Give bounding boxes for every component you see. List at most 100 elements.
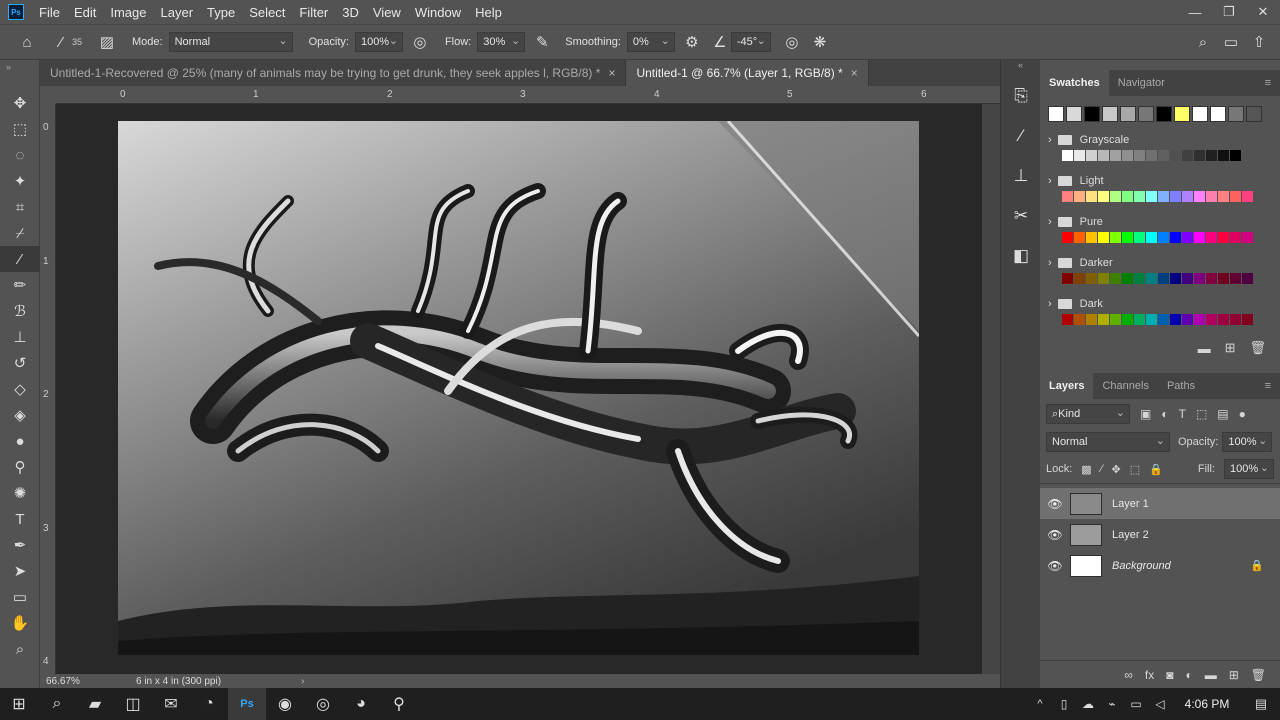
brush-tool-icon[interactable]: ⁄ [0,246,40,272]
pencil-tool-icon[interactable]: ✏ [0,272,40,298]
link-layers-icon[interactable]: ∞ [1124,668,1133,682]
menu-edit[interactable]: Edit [67,5,103,20]
gear-icon[interactable]: ⚙ [681,31,703,53]
document-canvas[interactable] [118,121,919,655]
dodge-tool-icon[interactable]: ⚲ [0,454,40,480]
swatch-group-light[interactable]: › Light [1040,171,1280,191]
eraser-tool-icon[interactable]: ◇ [0,376,40,402]
trash-icon[interactable]: 🗑 [1251,668,1266,682]
type-filter-icon[interactable]: T [1179,407,1186,421]
chevron-down-icon[interactable]: › [1048,216,1052,228]
tools-preset-panel-icon[interactable]: ✂ [1001,196,1041,236]
swatch[interactable] [1158,273,1169,284]
swatch[interactable] [1182,232,1193,243]
swatch[interactable] [1062,191,1073,202]
swatch[interactable] [1146,232,1157,243]
swatch[interactable] [1230,273,1241,284]
adjustment-filter-icon[interactable]: ◐ [1161,407,1168,421]
swatch[interactable] [1134,191,1145,202]
opacity-input[interactable]: 100% [354,32,403,52]
magic-wand-tool-icon[interactable]: ✦ [0,168,40,194]
notifications-icon[interactable]: ▤ [1242,688,1280,720]
brush-settings-panel-icon[interactable]: ⁄ [1001,116,1041,156]
swatch[interactable] [1062,273,1073,284]
menu-3d[interactable]: 3D [335,5,366,20]
swatch[interactable] [1074,314,1085,325]
layer-name[interactable]: Background [1112,560,1171,572]
lock-all-icon[interactable]: 🔒 [1149,463,1163,476]
lock-artboard-icon[interactable]: ⬚ [1130,463,1140,476]
airbrush-icon[interactable]: ✎ [531,31,553,53]
symmetry-icon[interactable]: ❋ [809,31,831,53]
tab-layers[interactable]: Layers [1040,373,1094,399]
visibility-eye-icon[interactable]: 👁 [1040,528,1070,542]
home-icon[interactable]: ⌂ [16,31,38,53]
layer-row-layer-1[interactable]: 👁 Layer 1 [1040,488,1280,519]
mail-icon[interactable]: ✉ [152,688,190,720]
swatch[interactable] [1086,314,1097,325]
tab-untitled-1[interactable]: Untitled-1 @ 66.7% (Layer 1, RGB/8) * × [626,60,869,86]
store-icon[interactable]: ◫ [114,688,152,720]
chevron-down-icon[interactable]: › [1048,298,1052,310]
swatch[interactable] [1158,150,1169,161]
history-brush-tool-icon[interactable]: ↺ [0,350,40,376]
close-icon[interactable]: × [608,66,615,80]
swatch[interactable] [1110,314,1121,325]
swatch[interactable] [1122,191,1133,202]
mixer-brush-tool-icon[interactable]: ℬ [0,298,40,324]
discord-icon[interactable]: ◉ [266,688,304,720]
edge-icon[interactable]: ◔ [190,688,228,720]
swatch[interactable] [1062,232,1073,243]
layer-mask-icon[interactable]: ◙ [1166,668,1173,682]
chevron-down-icon[interactable]: › [1048,175,1052,187]
lock-transparent-icon[interactable]: ▩ [1081,463,1091,476]
swatch[interactable] [1110,150,1121,161]
swatch[interactable] [1146,150,1157,161]
pressure-opacity-icon[interactable]: ◎ [409,31,431,53]
smart-object-filter-icon[interactable]: ▤ [1217,407,1228,421]
angle-input[interactable]: -45° [730,32,771,52]
network-icon[interactable]: ▭ [1124,688,1148,720]
swatch[interactable] [1182,150,1193,161]
swatch[interactable] [1122,314,1133,325]
flow-input[interactable]: 30% [477,32,526,52]
swatch[interactable] [1170,273,1181,284]
swatch[interactable] [1170,232,1181,243]
visibility-eye-icon[interactable]: 👁 [1040,497,1070,511]
search-icon[interactable]: ⌕ [38,688,76,720]
close-icon[interactable]: ✕ [1246,0,1280,24]
swatch[interactable] [1110,232,1121,243]
workspace-icon[interactable]: ▭ [1220,31,1242,53]
swatch[interactable] [1110,191,1121,202]
brush-settings-icon[interactable]: ▨ [96,31,118,53]
rectangle-tool-icon[interactable]: ▭ [0,584,40,610]
layer-row-background[interactable]: 👁 Background 🔒 [1040,550,1280,581]
mode-select[interactable]: Normal [168,32,293,52]
swatch[interactable] [1086,232,1097,243]
swatch[interactable] [1218,232,1229,243]
app-icon[interactable]: ⚲ [380,688,418,720]
swatch[interactable] [1194,150,1205,161]
swatch[interactable] [1086,191,1097,202]
fill-input[interactable]: 100% [1224,459,1274,479]
filter-toggle-icon[interactable]: ● [1239,407,1246,421]
swatch[interactable] [1122,232,1133,243]
swatch[interactable] [1084,106,1100,122]
swatch[interactable] [1206,232,1217,243]
swatch[interactable] [1206,314,1217,325]
zoom-level[interactable]: 66.67% [46,676,126,687]
panel-menu-icon[interactable]: ≡ [1256,70,1280,96]
swatch[interactable] [1194,273,1205,284]
swatch[interactable] [1062,150,1073,161]
swatch[interactable] [1074,273,1085,284]
swatch-group-grayscale[interactable]: › Grayscale [1040,130,1280,150]
layer-name[interactable]: Layer 1 [1112,498,1149,510]
swatch[interactable] [1228,106,1244,122]
windows-start-icon[interactable]: ⊞ [0,688,38,720]
swatch[interactable] [1098,150,1109,161]
swatch[interactable] [1138,106,1154,122]
menu-window[interactable]: Window [408,5,468,20]
collapse-icon[interactable]: « [1001,60,1040,76]
hand-tool-icon[interactable]: ✋ [0,610,40,636]
brush-preset-icon[interactable]: ⁄ [50,31,72,53]
